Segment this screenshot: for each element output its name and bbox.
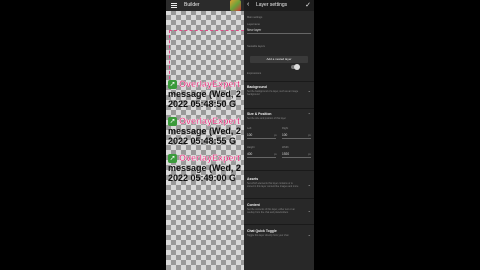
rocket-icon: ➚ xyxy=(168,116,177,126)
width-input[interactable]: 1920 xyxy=(282,152,289,156)
size-position-section-desc: Set the size and position of this layer xyxy=(247,117,286,120)
chevron-down-icon[interactable]: ⌄ xyxy=(308,208,311,213)
size-position-section-title[interactable]: Size & Position xyxy=(247,112,272,116)
content-section-desc: Set the contents of this layer, either t… xyxy=(247,208,295,214)
overlay-username: OverlayExpert xyxy=(179,79,241,89)
main-settings-heading: Main settings xyxy=(247,16,263,19)
left-underline xyxy=(247,138,276,139)
section-divider xyxy=(244,198,314,199)
app-logo-icon xyxy=(230,0,241,11)
height-underline xyxy=(247,157,276,158)
right-input[interactable]: 100 xyxy=(282,133,287,137)
chevron-down-icon[interactable]: ⌄ xyxy=(308,88,311,93)
width-unit: px xyxy=(308,153,311,156)
phone-screen: Builder ➚ OverlayExpert message (Wed, 2 … xyxy=(166,0,314,270)
right-unit: px xyxy=(308,134,311,137)
chat-quick-toggle-desc: Toggle this layer directly from your cha… xyxy=(247,234,289,237)
right-label: Right xyxy=(282,127,289,130)
section-divider xyxy=(244,81,314,82)
menu-icon[interactable] xyxy=(171,3,177,8)
section-divider xyxy=(244,108,314,109)
layer-settings-panel: ‹ Layer settings ✓ Main settings Layerna… xyxy=(244,0,314,270)
back-arrow-icon[interactable]: ‹ xyxy=(247,1,249,8)
right-underline xyxy=(282,138,311,139)
width-label: Width xyxy=(282,146,289,149)
assets-section-title[interactable]: Assets xyxy=(247,177,258,181)
height-label: Height xyxy=(247,146,255,149)
height-unit: px xyxy=(274,153,277,156)
add-nested-layer-button[interactable]: Add a nested layer xyxy=(250,56,308,63)
expressions-label: Expressions xyxy=(247,72,262,75)
expressions-toggle[interactable] xyxy=(291,64,300,70)
layer-name-label: Layername xyxy=(247,23,260,26)
chevron-up-icon[interactable]: ⌃ xyxy=(308,112,311,117)
builder-title: Builder xyxy=(184,2,200,8)
left-input[interactable]: 100 xyxy=(247,133,252,137)
overlay-username: OverlayExpert xyxy=(179,153,241,163)
height-input[interactable]: 400 xyxy=(247,152,252,156)
rocket-icon: ➚ xyxy=(168,79,177,89)
background-section-desc: Set the background of a layer, such as a… xyxy=(247,90,299,96)
section-divider xyxy=(244,170,314,171)
overlay-username: OverlayExpert xyxy=(179,116,241,126)
chevron-down-icon[interactable]: ⌄ xyxy=(308,232,311,237)
assets-section-desc: Set which elements this layer contains o… xyxy=(247,182,299,188)
chat-quick-toggle-title[interactable]: Chat Quick Toggle xyxy=(247,229,277,233)
left-label: Left xyxy=(247,127,252,130)
nestable-layers-label: Nestable layers xyxy=(247,45,265,48)
chevron-down-icon[interactable]: ⌄ xyxy=(308,182,311,187)
settings-title: Layer settings xyxy=(256,2,288,8)
layer-bounds-outline xyxy=(169,30,244,79)
background-section-title[interactable]: Background xyxy=(247,85,267,89)
content-section-title[interactable]: Content xyxy=(247,203,260,207)
layer-name-input[interactable]: New layer xyxy=(247,28,261,32)
rocket-icon: ➚ xyxy=(168,153,177,163)
width-underline xyxy=(282,157,311,158)
settings-app-bar: ‹ Layer settings ✓ xyxy=(244,0,314,11)
section-divider xyxy=(244,224,314,225)
builder-canvas[interactable]: Builder ➚ OverlayExpert message (Wed, 2 … xyxy=(166,0,244,270)
left-unit: px xyxy=(274,134,277,137)
builder-app-bar: Builder xyxy=(166,0,244,11)
layer-name-underline xyxy=(247,33,311,34)
confirm-check-icon[interactable]: ✓ xyxy=(305,1,311,9)
